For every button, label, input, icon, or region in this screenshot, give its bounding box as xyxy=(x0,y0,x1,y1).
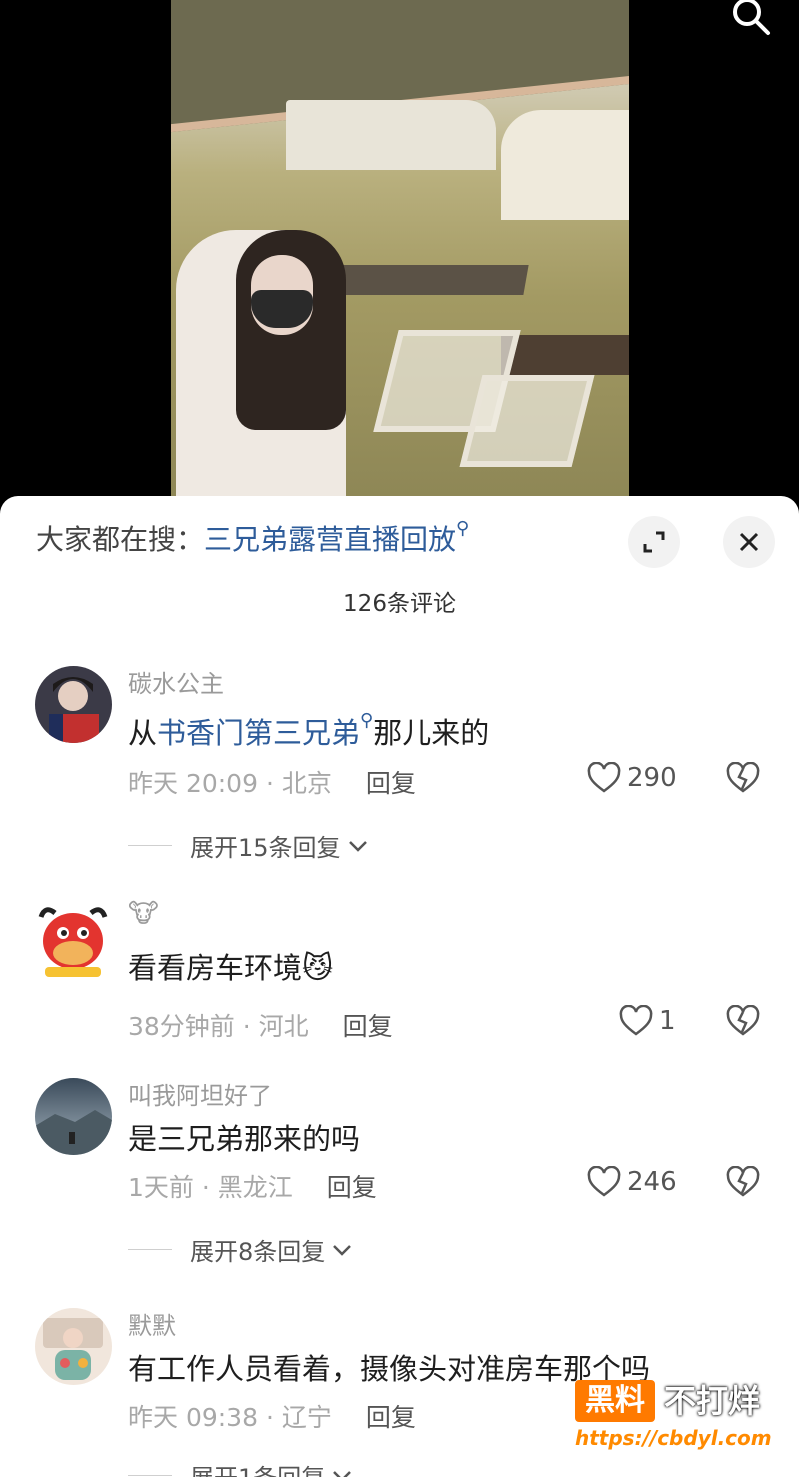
camping-table xyxy=(501,335,629,375)
comment-text-body: 看看房车环境 xyxy=(128,951,303,985)
like-count: 290 xyxy=(627,763,677,793)
heart-icon xyxy=(587,1166,621,1197)
comment-location: 辽宁 xyxy=(281,1403,332,1432)
watermark-url: https://cbdyl.com xyxy=(575,1426,772,1450)
comment-meta: 1天前 · 黑龙江 回复 xyxy=(128,1173,377,1202)
broken-heart-icon xyxy=(726,1165,760,1197)
close-button[interactable] xyxy=(723,516,775,568)
like-count: 246 xyxy=(627,1167,677,1197)
watermark-right: 不打烊 xyxy=(664,1382,761,1420)
comment-text: 是三兄弟那来的吗 xyxy=(128,1122,361,1156)
comment-search-link[interactable]: 书香门第三兄弟 xyxy=(157,716,360,750)
reply-button[interactable]: 回复 xyxy=(327,1173,377,1202)
comment-text-post: 那儿来的 xyxy=(373,716,490,750)
expand-replies-button[interactable]: 展开15条回复 xyxy=(128,828,371,863)
comment-location: 黑龙江 xyxy=(217,1173,293,1202)
chevron-down-icon xyxy=(348,840,367,852)
comment-count: 126条评论 xyxy=(343,591,456,617)
avatar[interactable] xyxy=(35,1308,112,1385)
expand-replies-label: 展开15条回复 xyxy=(190,834,341,862)
expand-replies-label: 展开8条回复 xyxy=(190,1238,326,1266)
expand-replies-button[interactable]: 展开1条回复 xyxy=(128,1458,355,1477)
expand-replies-label: 展开1条回复 xyxy=(190,1458,325,1477)
watermark-left: 黑料 xyxy=(575,1380,655,1422)
heart-icon xyxy=(619,1005,653,1036)
expand-icon xyxy=(643,531,665,553)
comment-time: 昨天 20:09 xyxy=(128,769,258,798)
camping-chair xyxy=(459,375,595,467)
like-count: 1 xyxy=(659,1006,676,1036)
comment-text-pre: 从 xyxy=(128,716,158,750)
chevron-down-icon xyxy=(333,1470,352,1477)
comment-location: 河北 xyxy=(258,1012,309,1041)
cat-emoji-icon: 😼 xyxy=(302,951,334,986)
hot-search-query[interactable]: 三兄弟露营直播回放 xyxy=(204,523,456,556)
reply-button[interactable]: 回复 xyxy=(366,1403,416,1432)
avatar[interactable] xyxy=(35,1078,112,1155)
comment-text: 看看房车环境😼 xyxy=(128,945,333,987)
comment-meta: 昨天 20:09 · 北京 回复 xyxy=(128,769,416,798)
broken-heart-icon xyxy=(726,1004,760,1036)
reply-button[interactable]: 回复 xyxy=(343,1012,393,1041)
comment-meta: 昨天 09:38 · 辽宁 回复 xyxy=(128,1403,416,1432)
search-icon: ⚲ xyxy=(456,518,470,539)
dislike-button[interactable] xyxy=(726,1165,760,1202)
divider xyxy=(128,1249,172,1250)
search-icon xyxy=(733,0,770,35)
close-icon xyxy=(739,532,759,552)
comment-text: 从书香门第三兄弟⚲那儿来的 xyxy=(128,710,489,752)
reply-button[interactable]: 回复 xyxy=(366,769,416,798)
comment-time: 昨天 09:38 xyxy=(128,1403,258,1432)
comment-username[interactable]: 默默 xyxy=(128,1306,176,1341)
comment-location: 北京 xyxy=(281,769,332,798)
like-button[interactable]: 246 xyxy=(587,1166,677,1198)
broken-heart-icon xyxy=(726,761,760,793)
avatar[interactable] xyxy=(35,903,112,980)
like-button[interactable]: 1 xyxy=(619,1005,676,1037)
background-tent xyxy=(501,110,629,220)
search-button[interactable] xyxy=(724,0,774,36)
comment-username[interactable]: 碳水公主 xyxy=(128,664,224,699)
camping-table xyxy=(333,265,529,295)
avatar[interactable] xyxy=(35,666,112,743)
comment-sheet: 大家都在搜：三兄弟露营直播回放⚲ 126条评论 碳水公主 从书香门第三兄弟⚲那儿… xyxy=(0,496,799,1477)
face-mask xyxy=(251,290,313,328)
hot-search-prefix: 大家都在搜： xyxy=(36,523,205,556)
like-button[interactable]: 290 xyxy=(587,762,677,794)
expand-replies-button[interactable]: 展开8条回复 xyxy=(128,1232,355,1267)
chevron-down-icon xyxy=(333,1244,352,1256)
comment-username[interactable]: 🐮 xyxy=(128,899,159,929)
video-frame xyxy=(171,0,629,496)
video-player[interactable] xyxy=(0,0,799,500)
comment-time: 1天前 xyxy=(128,1173,194,1202)
watermark: 黑料 不打烊 https://cbdyl.com xyxy=(572,1380,782,1460)
cow-emoji-icon: 🐮 xyxy=(128,899,159,929)
divider xyxy=(128,1475,172,1476)
hot-search-bar[interactable]: 大家都在搜：三兄弟露营直播回放⚲ xyxy=(36,518,469,558)
dislike-button[interactable] xyxy=(726,761,760,798)
search-icon: ⚲ xyxy=(360,710,374,731)
heart-icon xyxy=(587,762,621,793)
expand-button[interactable] xyxy=(628,516,680,568)
dislike-button[interactable] xyxy=(726,1004,760,1041)
comment-time: 38分钟前 xyxy=(128,1012,235,1041)
comment-username[interactable]: 叫我阿坦好了 xyxy=(128,1076,272,1111)
background-tent xyxy=(286,100,496,170)
comment-meta: 38分钟前 · 河北 回复 xyxy=(128,1012,393,1041)
divider xyxy=(128,845,172,846)
